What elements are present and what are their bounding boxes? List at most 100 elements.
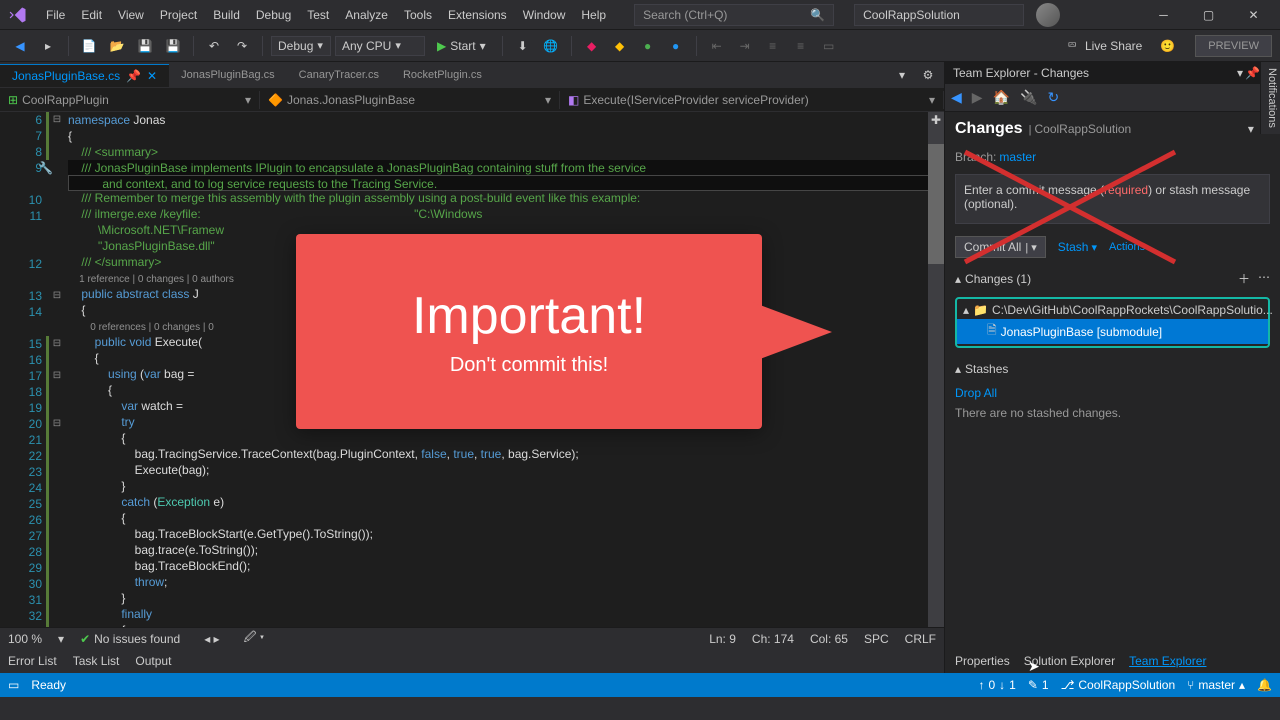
- menu-debug[interactable]: Debug: [248, 4, 299, 26]
- redo-button[interactable]: ↷: [230, 34, 254, 58]
- menu-analyze[interactable]: Analyze: [337, 4, 396, 26]
- line-indicator[interactable]: Ln: 9: [709, 632, 736, 646]
- menu-project[interactable]: Project: [152, 4, 205, 26]
- changes-menu-icon[interactable]: ⋯: [1258, 270, 1270, 287]
- ext-btn-2[interactable]: ◆: [608, 34, 632, 58]
- properties-tab[interactable]: Properties: [955, 654, 1010, 668]
- open-file-button[interactable]: 📂: [105, 34, 129, 58]
- te-refresh-button[interactable]: ↻: [1047, 89, 1059, 106]
- ext-btn-3[interactable]: ●: [636, 34, 660, 58]
- save-all-button[interactable]: 💾: [161, 34, 185, 58]
- solution-name-field[interactable]: CoolRappSolution: [854, 4, 1024, 26]
- close-button[interactable]: ✕: [1231, 0, 1276, 30]
- spaces-indicator[interactable]: SPC: [864, 632, 889, 646]
- step-button[interactable]: ⬇: [511, 34, 535, 58]
- branch-link[interactable]: master: [999, 150, 1036, 164]
- user-avatar[interactable]: [1036, 3, 1060, 27]
- menu-test[interactable]: Test: [299, 4, 337, 26]
- platform-dropdown[interactable]: Any CPU ▾: [335, 36, 425, 56]
- ext-btn-1[interactable]: ◆: [580, 34, 604, 58]
- solution-explorer-tab[interactable]: Solution Explorer: [1024, 654, 1115, 668]
- stashes-section-toggle[interactable]: ▴ Stashes: [955, 362, 1270, 376]
- maximize-button[interactable]: ▢: [1186, 0, 1231, 30]
- indent-btn[interactable]: ⇤: [705, 34, 729, 58]
- stash-dropdown[interactable]: Stash ▾: [1058, 240, 1097, 254]
- undo-button[interactable]: ↶: [202, 34, 226, 58]
- liveshare-button[interactable]: Live Share: [1085, 39, 1142, 53]
- team-explorer-tab[interactable]: Team Explorer: [1129, 654, 1206, 668]
- issues-indicator[interactable]: ✔No issues found: [80, 632, 180, 646]
- vertical-scrollbar[interactable]: ✚: [928, 112, 944, 627]
- quick-search-input[interactable]: Search (Ctrl+Q) 🔍: [634, 4, 834, 26]
- browser-button[interactable]: 🌐: [539, 34, 563, 58]
- notifications-bell[interactable]: 🔔: [1257, 678, 1272, 692]
- nav-back-button[interactable]: ◀: [8, 34, 32, 58]
- repo-button[interactable]: ⎇ CoolRappSolution: [1061, 678, 1176, 692]
- panel-tab-output[interactable]: Output: [135, 654, 171, 668]
- ext-btn-4[interactable]: ●: [664, 34, 688, 58]
- preview-button[interactable]: PREVIEW: [1195, 35, 1272, 57]
- branch-button[interactable]: ⑂ master ▴: [1187, 678, 1245, 692]
- tab-settings-button[interactable]: ⚙: [916, 63, 940, 87]
- menu-extensions[interactable]: Extensions: [440, 4, 515, 26]
- commit-all-button[interactable]: Commit All | ▾: [955, 236, 1046, 258]
- te-connect-button[interactable]: 🔌: [1020, 89, 1037, 106]
- panel-tab-error-list[interactable]: Error List: [8, 654, 57, 668]
- pending-changes-button[interactable]: ✎ 1: [1028, 678, 1049, 692]
- start-debug-button[interactable]: ▶ Start ▾: [429, 37, 494, 55]
- tab-dropdown-button[interactable]: ▾: [890, 63, 914, 87]
- play-icon: ▶: [437, 39, 446, 53]
- breadcrumb-namespace[interactable]: 🔶 Jonas.JonasPluginBase ▾: [260, 91, 560, 109]
- comment-btn[interactable]: ≡: [761, 34, 785, 58]
- close-tab-icon[interactable]: ✕: [147, 69, 157, 83]
- col-indicator[interactable]: Col: 65: [810, 632, 848, 646]
- panel-tab-task-list[interactable]: Task List: [73, 654, 120, 668]
- tab-jonaspluginbagcs[interactable]: JonasPluginBag.cs: [169, 65, 287, 85]
- tab-jonaspluginbase[interactable]: JonasPluginBase.cs📌✕: [0, 64, 169, 87]
- commit-message-input[interactable]: Enter a commit message (required) or sta…: [955, 174, 1270, 224]
- drop-all-link[interactable]: Drop All: [955, 386, 1270, 400]
- bookmark-btn[interactable]: ▭: [817, 34, 841, 58]
- zoom-level[interactable]: 100 %: [8, 632, 42, 646]
- check-icon: ✔: [80, 632, 90, 646]
- class-icon: 🔶: [268, 93, 283, 107]
- te-dropdown-icon[interactable]: ▾: [1248, 122, 1254, 136]
- changes-section-toggle[interactable]: ▴ Changes (1): [955, 272, 1031, 286]
- menu-help[interactable]: Help: [573, 4, 614, 26]
- notifications-panel-tab[interactable]: Notifications: [1260, 62, 1280, 134]
- sync-button[interactable]: ↑ 0 ↓ 1: [978, 678, 1015, 692]
- minimize-button[interactable]: ─: [1141, 0, 1186, 30]
- tree-submodule-item[interactable]: 🗎JonasPluginBase [submodule]: [957, 319, 1268, 344]
- te-home-button[interactable]: 🏠: [993, 89, 1010, 106]
- te-back-button[interactable]: ◀: [951, 89, 962, 106]
- char-indicator[interactable]: Ch: 174: [752, 632, 794, 646]
- uncomment-btn[interactable]: ≡: [789, 34, 813, 58]
- nav-forward-button[interactable]: ▸: [36, 34, 60, 58]
- tab-rocketplugincs[interactable]: RocketPlugin.cs: [391, 65, 494, 85]
- tab-canarytracercs[interactable]: CanaryTracer.cs: [287, 65, 391, 85]
- save-button[interactable]: 💾: [133, 34, 157, 58]
- tree-root-folder[interactable]: ▴📁C:\Dev\GitHub\CoolRappRockets\CoolRapp…: [957, 301, 1268, 319]
- lineending-indicator[interactable]: CRLF: [905, 632, 936, 646]
- outdent-btn[interactable]: ⇥: [733, 34, 757, 58]
- new-project-button[interactable]: 📄: [77, 34, 101, 58]
- menu-window[interactable]: Window: [515, 4, 574, 26]
- te-page-title: Changes: [955, 120, 1023, 138]
- menu-file[interactable]: File: [38, 4, 73, 26]
- menu-view[interactable]: View: [110, 4, 152, 26]
- liveshare-icon: ⮹: [1067, 38, 1077, 53]
- panel-dropdown-icon[interactable]: ▾: [1237, 66, 1243, 80]
- feedback-icon[interactable]: 🙂: [1160, 39, 1175, 53]
- te-forward-button[interactable]: ▶: [972, 89, 983, 106]
- add-change-icon[interactable]: ＋: [1238, 270, 1250, 287]
- menu-build[interactable]: Build: [205, 4, 248, 26]
- panel-pin-icon[interactable]: 📌: [1245, 66, 1260, 80]
- menu-edit[interactable]: Edit: [73, 4, 110, 26]
- vs-logo-icon[interactable]: [4, 1, 32, 29]
- menu-tools[interactable]: Tools: [396, 4, 440, 26]
- actions-dropdown[interactable]: Actions: [1109, 241, 1145, 253]
- breadcrumb-member[interactable]: ◧ Execute(IServiceProvider serviceProvid…: [560, 91, 944, 109]
- pin-icon[interactable]: 📌: [126, 69, 141, 83]
- breadcrumb-project[interactable]: ⊞ CoolRappPlugin ▾: [0, 91, 260, 109]
- config-dropdown[interactable]: Debug ▾: [271, 36, 331, 56]
